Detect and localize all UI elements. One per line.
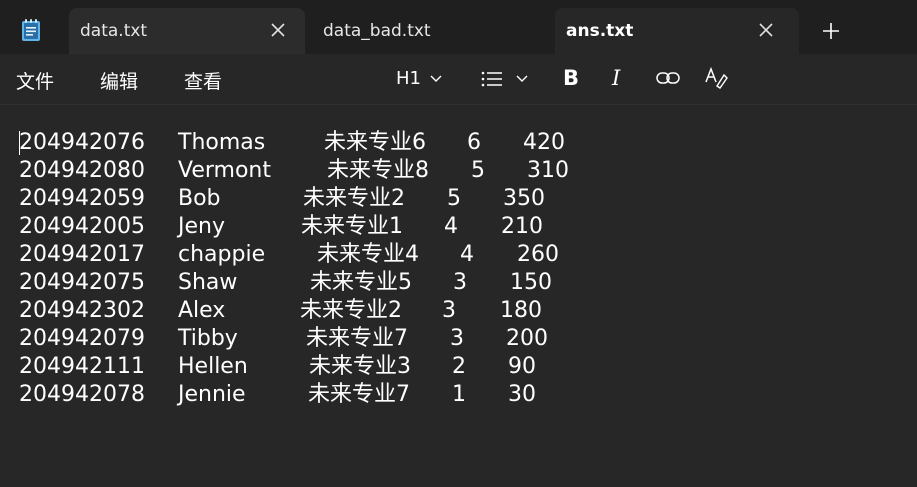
chevron-down-icon xyxy=(516,75,528,82)
text-editor[interactable]: 204942076 Thomas 未来专业6 6 420 204942080 Vermont… xyxy=(0,105,917,487)
record-score: 90 xyxy=(508,354,536,379)
tab-data-bad-txt[interactable]: data_bad.txt xyxy=(312,8,548,54)
record-count: 4 xyxy=(460,242,474,267)
menu-file[interactable]: 文件 xyxy=(16,67,54,94)
tab-ans-txt[interactable]: ans.txt xyxy=(555,8,799,54)
plus-icon[interactable] xyxy=(820,20,842,42)
record-name: Alex xyxy=(178,298,226,323)
tab-label: data_bad.txt xyxy=(323,21,431,41)
record-name: Hellen xyxy=(178,354,248,379)
record-score: 350 xyxy=(503,186,545,211)
record-score: 180 xyxy=(500,298,542,323)
record-name: Jeny xyxy=(178,214,225,239)
record-count: 6 xyxy=(467,130,481,155)
italic-button[interactable]: I xyxy=(612,66,620,90)
record-score: 210 xyxy=(501,214,543,239)
record-name: Thomas xyxy=(178,130,266,155)
record-major: 未来专业1 xyxy=(301,214,403,239)
record-major: 未来专业4 xyxy=(317,242,419,267)
close-icon[interactable] xyxy=(756,20,776,40)
record-major: 未来专业7 xyxy=(308,382,410,407)
tab-label: data.txt xyxy=(80,21,148,41)
record-major: 未来专业3 xyxy=(309,354,411,379)
record-count: 3 xyxy=(442,298,456,323)
record-count: 4 xyxy=(444,214,458,239)
tab-bar: data.txt data_bad.txt ans.txt xyxy=(0,0,917,54)
record-score: 30 xyxy=(508,382,536,407)
record-id: 204942075 xyxy=(19,270,145,295)
record-id: 204942059 xyxy=(19,186,145,211)
menu-edit[interactable]: 编辑 xyxy=(100,67,138,94)
record-count: 5 xyxy=(447,186,461,211)
record-major: 未来专业6 xyxy=(324,130,426,155)
record-name: Bob xyxy=(178,186,221,211)
record-major: 未来专业5 xyxy=(310,270,412,295)
record-id: 204942076 xyxy=(19,130,145,155)
link-icon[interactable] xyxy=(656,69,680,87)
record-major: 未来专业7 xyxy=(306,326,408,351)
record-major: 未来专业2 xyxy=(303,186,405,211)
list-dropdown[interactable] xyxy=(479,66,533,92)
record-name: chappie xyxy=(178,242,266,267)
menu-view[interactable]: 查看 xyxy=(184,67,222,94)
record-name: Vermont xyxy=(178,158,271,183)
record-score: 150 xyxy=(510,270,552,295)
record-id: 204942080 xyxy=(19,158,145,183)
text-caret xyxy=(19,131,20,155)
record-major: 未来专业2 xyxy=(300,298,402,323)
record-count: 1 xyxy=(452,382,466,407)
record-id: 204942111 xyxy=(19,354,145,379)
record-name: Jennie xyxy=(178,382,246,407)
record-id: 204942079 xyxy=(19,326,145,351)
tab-label: ans.txt xyxy=(566,21,634,41)
notepad-app-icon xyxy=(22,19,40,41)
record-score: 420 xyxy=(523,130,565,155)
heading-dropdown[interactable]: H1 xyxy=(394,66,448,92)
record-major: 未来专业8 xyxy=(327,158,429,183)
bullet-list-icon xyxy=(481,71,502,87)
record-score: 310 xyxy=(527,158,569,183)
record-name: Shaw xyxy=(178,270,238,295)
close-icon[interactable] xyxy=(268,20,288,40)
record-name: Tibby xyxy=(178,326,238,351)
clear-formatting-icon[interactable] xyxy=(704,66,728,90)
bold-button[interactable]: B xyxy=(563,66,579,90)
menu-bar: 文件 编辑 查看 xyxy=(0,54,917,105)
record-score: 260 xyxy=(517,242,559,267)
heading-label: H1 xyxy=(396,68,421,89)
record-id: 204942302 xyxy=(19,298,145,323)
record-id: 204942017 xyxy=(19,242,145,267)
record-count: 3 xyxy=(453,270,467,295)
record-count: 2 xyxy=(452,354,466,379)
record-score: 200 xyxy=(506,326,548,351)
record-count: 5 xyxy=(471,158,485,183)
chevron-down-icon xyxy=(430,75,442,82)
record-count: 3 xyxy=(450,326,464,351)
tab-data-txt[interactable]: data.txt xyxy=(69,8,305,54)
record-id: 204942005 xyxy=(19,214,145,239)
record-id: 204942078 xyxy=(19,382,145,407)
